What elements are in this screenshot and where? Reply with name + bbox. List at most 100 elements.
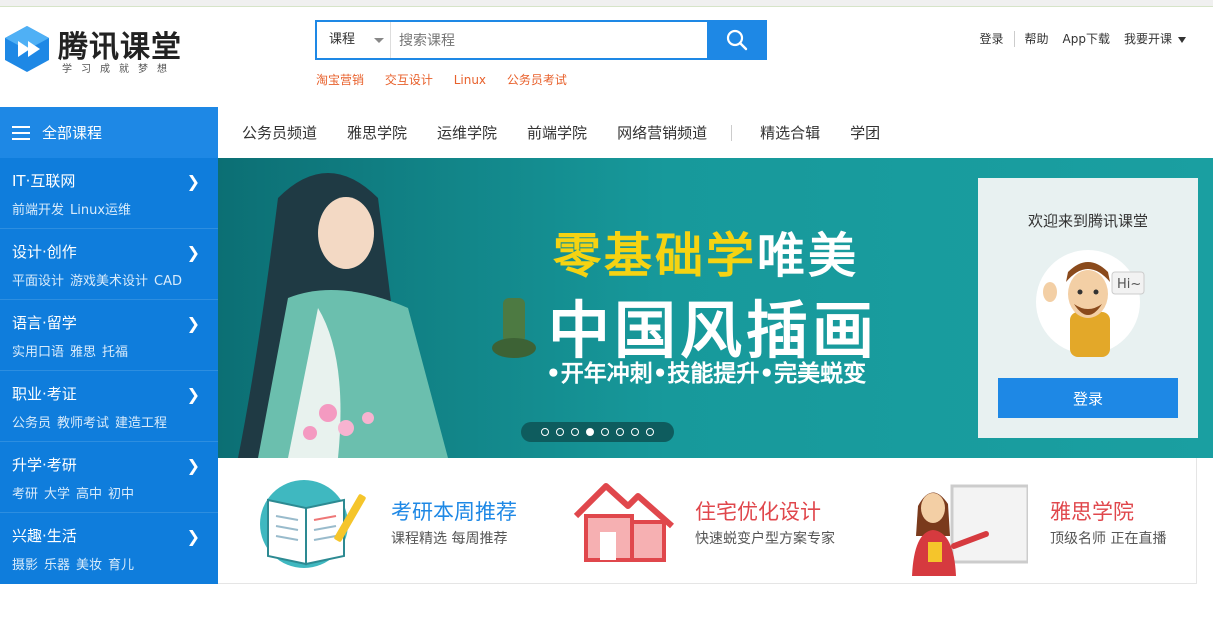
subcategory-link[interactable]: 乐器 (44, 558, 70, 573)
banner-headline: 零基础学唯美 (553, 216, 859, 286)
subcategory-link[interactable]: 建造工程 (115, 416, 167, 431)
nav-link[interactable]: 公务员频道 (242, 122, 317, 143)
subcategory-link[interactable]: 育儿 (108, 558, 134, 573)
promo-card[interactable]: 住宅优化设计 快速蜕变户型方案专家 (568, 458, 868, 583)
top-links: 登录 帮助 App下载 我要开课 (973, 30, 1194, 47)
category-sidebar: 全部课程 IT·互联网 ❯ 前端开发 Linux运维 设计·创作 ❯ 平面设计 游戏… (0, 107, 218, 584)
category-design[interactable]: 设计·创作 ❯ 平面设计 游戏美术设计 CAD (0, 229, 218, 300)
hot-keyword-link[interactable]: 公务员考试 (507, 73, 567, 87)
headline-white: 唯美 (757, 228, 860, 284)
search-box: 课程 (315, 20, 767, 60)
mascot-avatar: Hi~ (1036, 250, 1145, 357)
logo-icon (5, 26, 49, 72)
carousel-dot[interactable] (556, 428, 564, 436)
nav-link[interactable]: 网络营销频道 (617, 122, 707, 143)
caret-down-icon (1178, 36, 1186, 43)
chevron-right-icon: ❯ (186, 172, 200, 191)
subcategory-link[interactable]: 前端开发 (12, 203, 64, 218)
subcategory-link[interactable]: 初中 (108, 487, 134, 502)
subcategory-link[interactable]: 托福 (102, 345, 128, 360)
promo-subtitle: 课程精选 每周推荐 (391, 531, 508, 547)
all-courses-header[interactable]: 全部课程 (0, 107, 218, 158)
category-language[interactable]: 语言·留学 ❯ 实用口语 雅思 托福 (0, 300, 218, 371)
category-exam[interactable]: 升学·考研 ❯ 考研 大学 高中 初中 (0, 442, 218, 513)
nav-link[interactable]: 运维学院 (437, 122, 497, 143)
subcategory-link[interactable]: 游戏美术设计 (70, 274, 148, 289)
promo-title: 雅思学院 (1050, 500, 1134, 524)
help-link[interactable]: 帮助 (1018, 30, 1056, 47)
category-it[interactable]: IT·互联网 ❯ 前端开发 Linux运维 (0, 158, 218, 229)
promo-title: 考研本周推荐 (391, 500, 517, 524)
subcategory-link[interactable]: 平面设计 (12, 274, 64, 289)
subcategory-link[interactable]: 公务员 (12, 416, 51, 431)
promo-subtitle: 顶级名师 正在直播 (1050, 531, 1167, 547)
search-input[interactable] (397, 22, 701, 60)
divider (731, 124, 733, 141)
nav-link[interactable]: 学团 (850, 122, 880, 143)
chevron-right-icon: ❯ (186, 243, 200, 262)
illustration-figure (238, 173, 536, 458)
subcategory-link[interactable]: 雅思 (70, 345, 96, 360)
hero-banner[interactable]: 零基础学唯美 中国风插画 •开年冲刺•技能提升•完美蜕变 欢迎来到腾讯课堂 Hi… (218, 158, 1213, 458)
welcome-title: 欢迎来到腾讯课堂 (1027, 212, 1148, 230)
promo-subtitle: 快速蜕变户型方案专家 (695, 531, 835, 547)
teacher-icon (912, 484, 1028, 576)
nav-link[interactable]: 前端学院 (527, 122, 587, 143)
teach-dropdown[interactable]: 我要开课 (1117, 30, 1193, 47)
search-category-select[interactable]: 课程 (317, 22, 391, 58)
open-book-icon (260, 480, 366, 568)
category-career[interactable]: 职业·考证 ❯ 公务员 教师考试 建造工程 (0, 371, 218, 442)
subcategory-link[interactable]: 教师考试 (57, 416, 109, 431)
subcategory-link[interactable]: 摄影 (12, 558, 38, 573)
carousel-dots (521, 422, 674, 442)
chevron-down-icon (374, 38, 384, 43)
logo[interactable]: 腾讯课堂 学习成就梦想 (0, 22, 200, 78)
carousel-dot[interactable] (631, 428, 639, 436)
category-hobby[interactable]: 兴趣·生活 ❯ 摄影 乐器 美妆 育儿 (0, 513, 218, 584)
carousel-dot-active[interactable] (586, 428, 594, 436)
all-courses-label: 全部课程 (42, 124, 103, 142)
teach-label: 我要开课 (1123, 32, 1172, 46)
welcome-card: 欢迎来到腾讯课堂 Hi~ 登录 (978, 178, 1198, 438)
hot-keyword-link[interactable]: Linux (454, 73, 486, 87)
search-category-label: 课程 (329, 32, 356, 47)
promo-title: 住宅优化设计 (695, 500, 821, 524)
menu-icon (12, 125, 30, 140)
house-icon (573, 483, 674, 562)
app-download-link[interactable]: App下载 (1056, 30, 1117, 47)
chevron-right-icon: ❯ (186, 314, 200, 333)
carousel-dot[interactable] (616, 428, 624, 436)
mascot-bubble-text: Hi~ (1117, 277, 1141, 292)
divider (1013, 30, 1015, 47)
carousel-dot[interactable] (601, 428, 609, 436)
nav-link[interactable]: 精选合辑 (760, 122, 820, 143)
subcategory-link[interactable]: 美妆 (76, 558, 102, 573)
carousel-dot[interactable] (571, 428, 579, 436)
chevron-right-icon: ❯ (186, 385, 200, 404)
subcategory-link[interactable]: 高中 (76, 487, 102, 502)
browser-top-strip (0, 0, 1213, 7)
login-button[interactable]: 登录 (998, 378, 1178, 418)
hot-keyword-link[interactable]: 淘宝营销 (316, 73, 364, 87)
subcategory-link[interactable]: CAD (154, 274, 182, 289)
promo-row: 考研本周推荐 课程精选 每周推荐 住宅优化设计 快速蜕变户型方案专家 雅思学院 … (218, 458, 1197, 584)
subcategory-link[interactable]: Linux运维 (70, 203, 131, 218)
subcategory-link[interactable]: 大学 (44, 487, 70, 502)
promo-card[interactable]: 考研本周推荐 课程精选 每周推荐 (258, 458, 558, 583)
chevron-right-icon: ❯ (186, 527, 200, 546)
login-link[interactable]: 登录 (973, 30, 1011, 47)
banner-tagline: •开年冲刺•技能提升•完美蜕变 (546, 361, 867, 387)
subcategory-link[interactable]: 实用口语 (12, 345, 64, 360)
carousel-dot[interactable] (646, 428, 654, 436)
headline-yellow: 零基础学 (553, 228, 758, 284)
subcategory-link[interactable]: 考研 (12, 487, 38, 502)
promo-card[interactable]: 雅思学院 顶级名师 正在直播 (898, 458, 1188, 583)
carousel-dot[interactable] (541, 428, 549, 436)
nav-link[interactable]: 雅思学院 (347, 122, 407, 143)
brand-slogan: 学习成就梦想 (62, 64, 176, 75)
chevron-right-icon: ❯ (186, 456, 200, 475)
search-icon (726, 29, 748, 51)
channel-nav: 公务员频道 雅思学院 运维学院 前端学院 网络营销频道 精选合辑 学团 (218, 107, 1213, 158)
search-button[interactable] (707, 20, 767, 60)
hot-keyword-link[interactable]: 交互设计 (385, 73, 433, 87)
